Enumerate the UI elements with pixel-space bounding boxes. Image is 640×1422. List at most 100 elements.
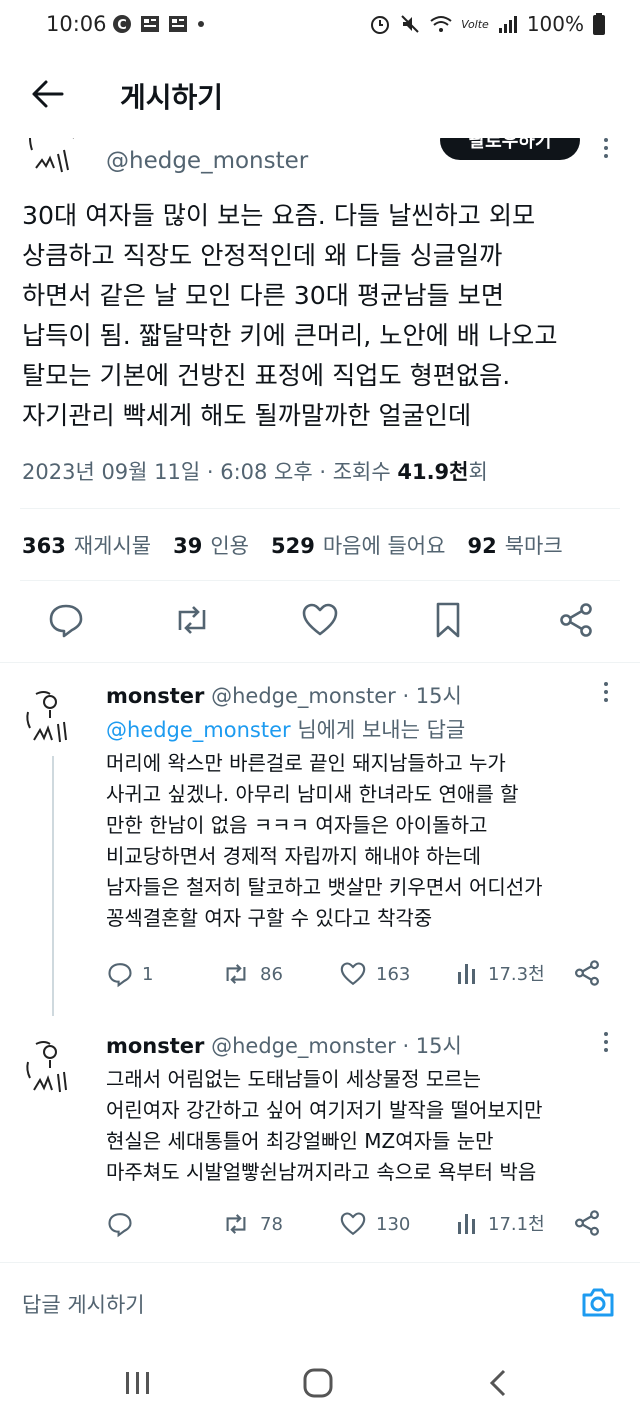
author-handle[interactable]: @hedge_monster bbox=[106, 148, 308, 174]
author-name[interactable]: monster bbox=[106, 1034, 204, 1058]
reply-input[interactable]: 답글 게시하기 bbox=[22, 1289, 145, 1319]
reply-action[interactable] bbox=[106, 1210, 142, 1238]
tweet-line: 상큼하고 직장도 안정적인데 왜 다들 싱글일까 bbox=[22, 241, 503, 270]
battery-icon bbox=[593, 13, 605, 35]
news-icon bbox=[141, 16, 159, 32]
reply-actions: 1 86 163 17.3천 bbox=[0, 960, 640, 996]
repost-count: 78 bbox=[260, 1213, 283, 1235]
reply-text: 머리에 왁스만 바른걸로 끝인 돼지남들하고 누가 사귀고 싶겠나. 아무리 남… bbox=[106, 748, 543, 934]
tweet-line: 30대 여자들 많이 보는 요즘. 다들 날씬하고 외모 bbox=[22, 201, 536, 230]
reply-icon[interactable] bbox=[46, 600, 86, 640]
dot-icon bbox=[198, 21, 204, 27]
repost-icon[interactable] bbox=[172, 600, 212, 640]
author-handle[interactable]: @hedge_monster bbox=[211, 1034, 396, 1058]
reply-line: 사귀고 싶겠나. 아무리 남미새 한녀라도 연애를 할 bbox=[106, 782, 519, 806]
battery-percent: 100% bbox=[526, 12, 584, 36]
avatar[interactable] bbox=[20, 684, 80, 750]
svg-text:C: C bbox=[117, 18, 127, 33]
notification-icons: C bbox=[112, 14, 206, 34]
reply-header: monster @hedge_monster · 15시 bbox=[106, 1030, 462, 1060]
more-icon[interactable] bbox=[598, 680, 614, 704]
reply-header: monster @hedge_monster · 15시 bbox=[106, 680, 462, 710]
divider bbox=[20, 580, 620, 581]
repost-icon bbox=[226, 964, 246, 984]
author-name[interactable]: monster bbox=[106, 684, 204, 708]
home-icon[interactable] bbox=[300, 1368, 336, 1398]
author-handle[interactable]: @hedge_monster bbox=[211, 684, 396, 708]
reply-line: 머리에 왁스만 바른걸로 끝인 돼지남들하고 누가 bbox=[106, 751, 506, 775]
reply-line: 비교당하면서 경제적 자립까지 해내야 하는데 bbox=[106, 844, 482, 868]
reply-line: 마주쳐도 시발얼빻쉰남꺼지라고 속으로 욕부터 박음 bbox=[106, 1160, 537, 1184]
view-suffix: 회 bbox=[468, 460, 488, 484]
scroll-cut bbox=[0, 120, 640, 138]
repost-action[interactable]: 86 bbox=[220, 960, 283, 988]
avatar[interactable] bbox=[20, 1034, 80, 1100]
like-count: 163 bbox=[376, 963, 411, 985]
tweet-stats: 363 재게시물 39 인용 529 마음에 들어요 92 북마크 bbox=[22, 530, 563, 560]
replying-to-label: 님에게 보내는 답글 bbox=[290, 718, 466, 742]
status-right: Volte 100% bbox=[369, 12, 606, 36]
likes-stat[interactable]: 529 마음에 들어요 bbox=[271, 530, 445, 560]
tweet-line: 납득이 됨. 짧달막한 키에 큰머리, 노안에 배 나오고 bbox=[22, 321, 558, 350]
reply-line: 만한 한남이 없음 ㅋㅋㅋ 여자들은 아이돌하고 bbox=[106, 813, 488, 837]
app-c-icon: C bbox=[113, 15, 131, 33]
reply-icon bbox=[108, 963, 132, 988]
views-icon bbox=[458, 964, 475, 984]
reply-line: 그래서 어림없는 도태남들이 세상물정 모르는 bbox=[106, 1067, 482, 1091]
reply-count: 1 bbox=[142, 963, 154, 985]
replying-to: @hedge_monster 님에게 보내는 답글 bbox=[106, 714, 465, 744]
reply-text: 그래서 어림없는 도태남들이 세상물정 모르는 어린여자 강간하고 싶어 여기저… bbox=[106, 1064, 543, 1188]
more-icon[interactable] bbox=[598, 1030, 614, 1054]
more-icon[interactable] bbox=[598, 136, 614, 160]
divider bbox=[20, 508, 620, 509]
repost-action[interactable]: 78 bbox=[220, 1210, 283, 1238]
view-count: 17.1천 bbox=[488, 1214, 545, 1235]
status-bar: 10:06 C Volte 100% bbox=[0, 0, 640, 56]
reply-icon bbox=[108, 1213, 132, 1238]
heart-icon[interactable] bbox=[300, 600, 340, 640]
mention-link[interactable]: @hedge_monster bbox=[106, 718, 291, 742]
reply-composer[interactable]: 답글 게시하기 bbox=[0, 1262, 640, 1340]
bookmarks-stat[interactable]: 92 북마크 bbox=[467, 530, 562, 560]
reply-time: · 15시 bbox=[402, 684, 462, 708]
reply-tweet[interactable]: monster @hedge_monster · 15시 그래서 어림없는 도태… bbox=[0, 1026, 640, 1256]
like-action[interactable]: 130 bbox=[338, 1210, 410, 1238]
tweet-line: 탈모는 기본에 건방진 표정에 직업도 형편없음. bbox=[22, 361, 511, 390]
signal-icon bbox=[498, 16, 517, 33]
quotes-stat[interactable]: 39 인용 bbox=[173, 530, 249, 560]
reposts-stat[interactable]: 363 재게시물 bbox=[22, 530, 151, 560]
view-count: 41.9천 bbox=[397, 460, 469, 484]
wifi-icon bbox=[430, 16, 452, 32]
views-action[interactable]: 17.1천 bbox=[456, 1210, 545, 1236]
repost-icon bbox=[226, 1214, 246, 1234]
system-nav-bar bbox=[0, 1340, 640, 1422]
repost-count: 86 bbox=[260, 963, 283, 985]
network-label: Volte bbox=[461, 17, 489, 31]
arrow-left-icon bbox=[32, 80, 64, 108]
tweet-text: 30대 여자들 많이 보는 요즘. 다들 날씬하고 외모 상큼하고 직장도 안정… bbox=[22, 196, 622, 436]
back-button[interactable] bbox=[28, 74, 68, 114]
page-title: 게시하기 bbox=[120, 81, 224, 114]
reply-line: 어린여자 강간하고 싶어 여기저기 발작을 떨어보지만 bbox=[106, 1098, 543, 1122]
bookmark-icon[interactable] bbox=[428, 600, 468, 640]
status-time: 10:06 bbox=[46, 12, 107, 36]
reply-line: 꽁섹결혼할 여자 구할 수 있다고 착각중 bbox=[106, 906, 433, 930]
recents-icon[interactable] bbox=[120, 1368, 156, 1398]
reply-actions: 78 130 17.1천 bbox=[0, 1210, 640, 1246]
reply-tweet[interactable]: monster @hedge_monster · 15시 @hedge_mons… bbox=[0, 676, 640, 1016]
mute-icon bbox=[401, 15, 419, 33]
like-action[interactable]: 163 bbox=[338, 960, 410, 988]
share-icon[interactable] bbox=[572, 1208, 602, 1238]
tweet-timestamp: 2023년 09월 11일 · 6:08 오후 · 조회수 41.9천회 bbox=[22, 456, 488, 486]
view-count: 17.3천 bbox=[488, 964, 545, 985]
tweet-line: 자기관리 빡세게 해도 될까말까한 얼굴인데 bbox=[22, 401, 472, 430]
views-action[interactable]: 17.3천 bbox=[456, 960, 545, 986]
camera-icon[interactable] bbox=[580, 1285, 616, 1319]
share-icon[interactable] bbox=[572, 958, 602, 988]
share-icon[interactable] bbox=[556, 600, 596, 640]
views-icon bbox=[458, 1214, 475, 1234]
reply-time: · 15시 bbox=[402, 1034, 462, 1058]
back-nav-icon[interactable] bbox=[482, 1368, 518, 1398]
timestamp-text: 2023년 09월 11일 · 6:08 오후 · 조회수 bbox=[22, 460, 398, 484]
reply-action[interactable]: 1 bbox=[106, 960, 153, 988]
